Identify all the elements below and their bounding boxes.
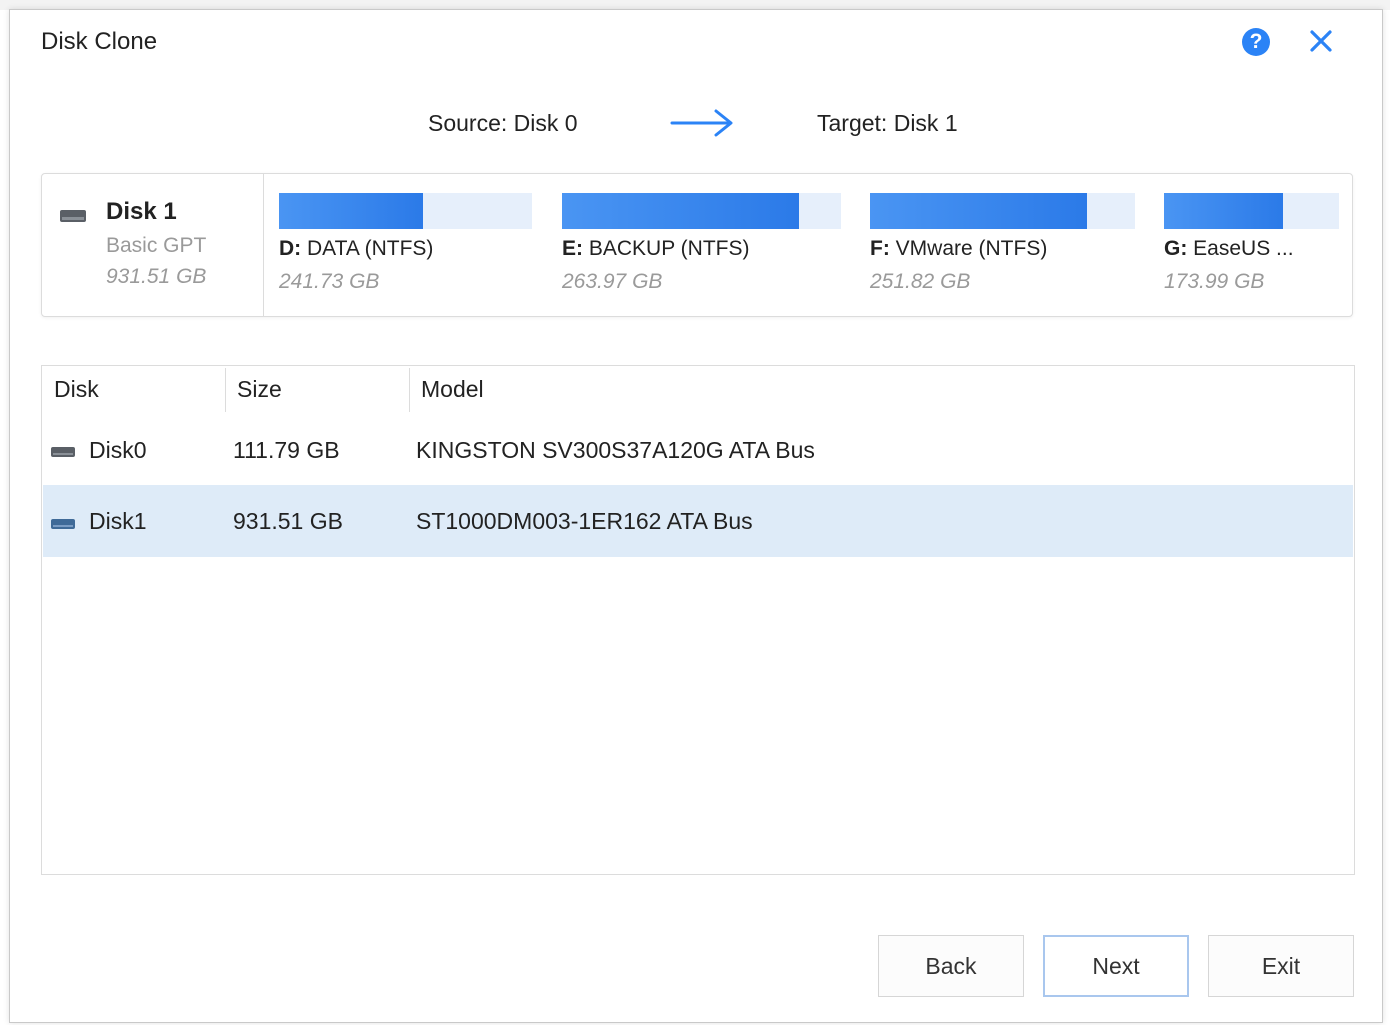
- partition-letter: G:: [1164, 237, 1188, 260]
- hard-drive-icon: [51, 445, 75, 457]
- partition-e[interactable]: E: BACKUP (NTFS) 263.97 GB: [562, 193, 841, 303]
- cell-disk: Disk0: [89, 436, 147, 463]
- column-divider[interactable]: [225, 368, 226, 412]
- next-button[interactable]: Next: [1043, 935, 1189, 997]
- column-divider[interactable]: [409, 368, 410, 412]
- partition-used-fill: [870, 193, 1088, 229]
- hard-drive-icon: [51, 517, 75, 529]
- table-row-disk0[interactable]: Disk0 111.79 GB KINGSTON SV300S37A120G A…: [43, 415, 1353, 485]
- partition-usage-bar: [279, 193, 532, 229]
- target-disk-map: Disk 1 Basic GPT 931.51 GB D: DATA (NTFS…: [41, 173, 1353, 317]
- partition-d[interactable]: D: DATA (NTFS) 241.73 GB: [279, 193, 532, 303]
- disk-list-table: Disk Size Model Disk0 111.79 GB KINGSTON…: [41, 365, 1355, 875]
- partition-label: G: EaseUS ...: [1164, 237, 1294, 261]
- partition-used-fill: [562, 193, 800, 229]
- back-button[interactable]: Back: [878, 935, 1024, 997]
- exit-button[interactable]: Exit: [1208, 935, 1354, 997]
- partition-name: EaseUS ...: [1193, 237, 1294, 260]
- partition-name: BACKUP (NTFS): [588, 237, 750, 260]
- disk-name: Disk 1: [106, 198, 177, 225]
- partition-name: VMware (NTFS): [895, 237, 1048, 260]
- partition-used-fill: [279, 193, 424, 229]
- partition-size: 263.97 GB: [562, 270, 663, 293]
- partition-usage-bar: [1164, 193, 1339, 229]
- disk-clone-dialog: Disk Clone ? Source: Disk 0 Target: Disk…: [9, 9, 1383, 1023]
- cell-model: KINGSTON SV300S37A120G ATA Bus: [416, 436, 815, 463]
- partition-letter: D:: [279, 237, 302, 260]
- close-icon[interactable]: [1306, 26, 1336, 56]
- partition-usage-bar: [562, 193, 841, 229]
- partition-label: F: VMware (NTFS): [870, 237, 1047, 261]
- partition-usage-bar: [870, 193, 1135, 229]
- cell-size: 931.51 GB: [233, 507, 343, 534]
- target-disk-label: Target: Disk 1: [817, 110, 958, 136]
- partition-g[interactable]: G: EaseUS ... 173.99 GB: [1164, 193, 1339, 303]
- disk-partition-style: Basic GPT: [106, 234, 207, 257]
- partition-name: DATA (NTFS): [307, 237, 434, 260]
- column-header-disk[interactable]: Disk: [54, 366, 99, 412]
- partition-f[interactable]: F: VMware (NTFS) 251.82 GB: [870, 193, 1135, 303]
- partition-used-fill: [1164, 193, 1283, 229]
- partition-size: 241.73 GB: [279, 270, 380, 293]
- dialog-title: Disk Clone: [41, 28, 158, 55]
- column-header-size[interactable]: Size: [237, 366, 282, 412]
- table-row-disk1[interactable]: Disk1 931.51 GB ST1000DM003-1ER162 ATA B…: [43, 485, 1353, 557]
- cell-model: ST1000DM003-1ER162 ATA Bus: [416, 507, 753, 534]
- partition-letter: E:: [562, 237, 583, 260]
- partition-label: E: BACKUP (NTFS): [562, 237, 749, 261]
- partition-size: 173.99 GB: [1164, 270, 1265, 293]
- hard-drive-icon: [60, 209, 86, 222]
- source-disk-label: Source: Disk 0: [428, 110, 578, 136]
- partition-letter: F:: [870, 237, 890, 260]
- partition-label: D: DATA (NTFS): [279, 237, 433, 261]
- help-glyph: ?: [1249, 30, 1263, 53]
- partition-size: 251.82 GB: [870, 270, 971, 293]
- right-arrow-icon: [670, 108, 736, 138]
- cell-size: 111.79 GB: [233, 436, 340, 463]
- column-header-model[interactable]: Model: [421, 366, 484, 412]
- help-icon[interactable]: ?: [1242, 28, 1270, 56]
- cell-disk: Disk1: [89, 507, 147, 534]
- disk-capacity: 931.51 GB: [106, 265, 207, 288]
- disk-info-panel: Disk 1 Basic GPT 931.51 GB: [42, 174, 264, 316]
